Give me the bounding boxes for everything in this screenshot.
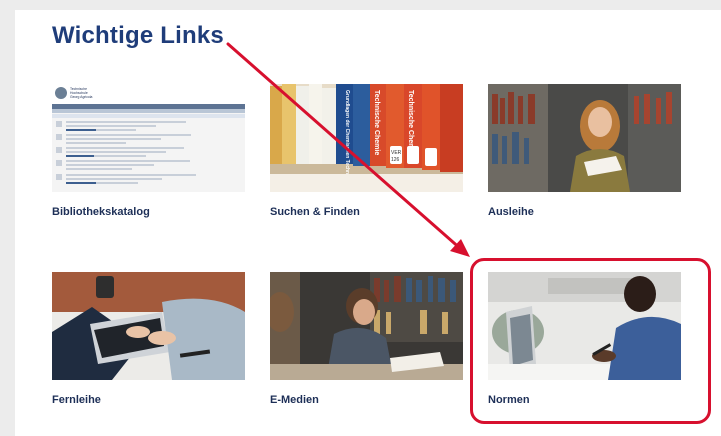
book-label-text: VER xyxy=(391,150,402,156)
students-library-image xyxy=(270,272,463,380)
standards-thumbnail[interactable] xyxy=(488,272,681,380)
book-spines-image: Grundlagen der Chemischen Technik Techni… xyxy=(270,84,463,192)
link-card-e-medien[interactable]: E-Medien xyxy=(270,272,463,412)
search-thumbnail[interactable]: Grundlagen der Chemischen Technik Techni… xyxy=(270,84,463,192)
link-label[interactable]: Normen xyxy=(488,394,530,406)
book-spine-title: Grundlagen der Chemischen Technik xyxy=(344,90,350,178)
university-logo-icon xyxy=(55,87,67,99)
catalog-thumbnail[interactable]: Technische Hochschule Georg Agricola xyxy=(52,84,245,192)
woman-with-book-image xyxy=(488,84,681,192)
book-spine-title: Technische Chemie xyxy=(407,90,414,155)
interlibrary-thumbnail[interactable] xyxy=(52,272,245,380)
laptop-typing-image xyxy=(52,272,245,380)
loan-thumbnail[interactable] xyxy=(488,84,681,192)
book-label-text: 126 xyxy=(391,157,400,163)
catalog-screenshot-image: Technische Hochschule Georg Agricola xyxy=(52,84,245,192)
link-label[interactable]: Suchen & Finden xyxy=(270,206,360,218)
link-label[interactable]: Fernleihe xyxy=(52,394,101,406)
link-label[interactable]: Bibliothekskatalog xyxy=(52,206,150,218)
link-card-suchen-finden[interactable]: Grundlagen der Chemischen Technik Techni… xyxy=(270,84,463,224)
section-title: Wichtige Links xyxy=(52,22,224,49)
emedia-thumbnail[interactable] xyxy=(270,272,463,380)
man-writing-image xyxy=(488,272,681,380)
link-card-fernleihe[interactable]: Fernleihe xyxy=(52,272,245,412)
link-label[interactable]: E-Medien xyxy=(270,394,319,406)
catalog-logo-line: Georg Agricola xyxy=(70,95,93,99)
link-card-bibliothekskatalog[interactable]: Technische Hochschule Georg Agricola Bib… xyxy=(52,84,245,224)
link-label[interactable]: Ausleihe xyxy=(488,206,534,218)
link-card-normen[interactable]: Normen xyxy=(488,272,681,412)
link-card-ausleihe[interactable]: Ausleihe xyxy=(488,84,681,224)
book-spine-title: Technische Chemie xyxy=(373,90,380,155)
